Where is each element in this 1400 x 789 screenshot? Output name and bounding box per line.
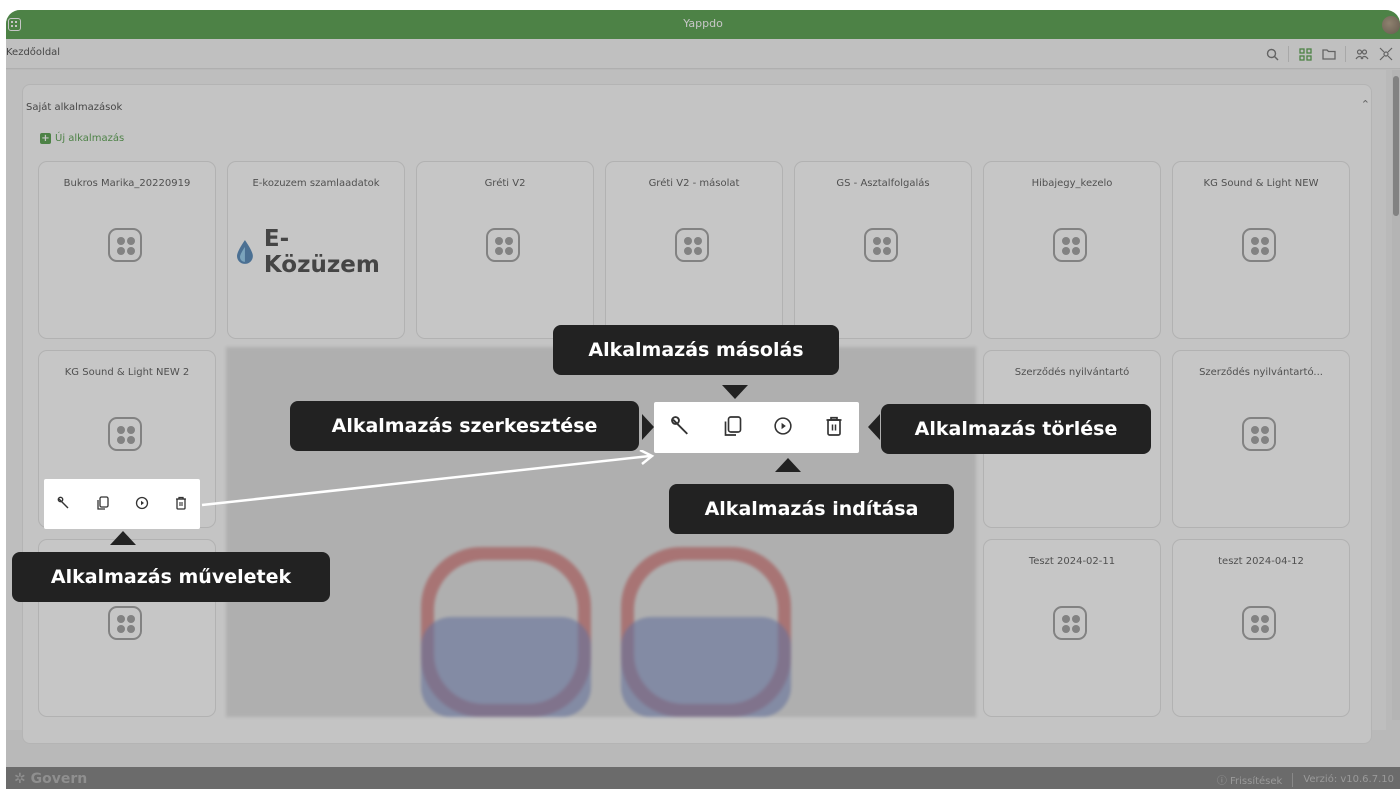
- tutorial-overlay: [6, 10, 1400, 789]
- copy-callout: Alkalmazás másolás: [553, 325, 839, 375]
- copy-icon[interactable]: [724, 415, 742, 441]
- start-callout: Alkalmazás indítása: [669, 484, 954, 534]
- callout-pointer: [868, 414, 880, 440]
- edit-callout: Alkalmazás szerkesztése: [290, 401, 639, 451]
- brand-logo: ✲ Govern: [14, 771, 88, 787]
- play-icon[interactable]: [135, 495, 149, 514]
- status-divider: [1292, 772, 1294, 787]
- small-action-box: [44, 479, 200, 529]
- status-bar: ✲ Govern ⓘ Frissítések Verzió: v10.6.7.1…: [6, 767, 1400, 789]
- wrench-icon[interactable]: [670, 415, 692, 441]
- updates-label: Frissítések: [1230, 776, 1283, 787]
- large-action-box: [654, 402, 859, 453]
- wrench-icon[interactable]: [57, 495, 71, 514]
- connector-arrow: [201, 450, 655, 507]
- delete-callout: Alkalmazás törlése: [881, 404, 1151, 454]
- copy-icon[interactable]: [97, 495, 109, 514]
- callout-pointer: [110, 531, 136, 545]
- version-label: Verzió: v10.6.7.10: [1303, 774, 1394, 785]
- updates-link[interactable]: ⓘ Frissítések: [1217, 772, 1283, 787]
- callout-pointer: [775, 458, 801, 472]
- callout-pointer: [642, 414, 654, 440]
- actions-callout: Alkalmazás műveletek: [12, 552, 330, 602]
- trash-icon[interactable]: [175, 495, 187, 514]
- app-window: Yappdo Kezdőoldal Saját alkalmazások ⌃ +…: [6, 10, 1400, 789]
- brand-name: Govern: [30, 771, 88, 787]
- play-icon[interactable]: [773, 416, 793, 440]
- callout-pointer: [722, 385, 748, 399]
- trash-icon[interactable]: [825, 415, 843, 441]
